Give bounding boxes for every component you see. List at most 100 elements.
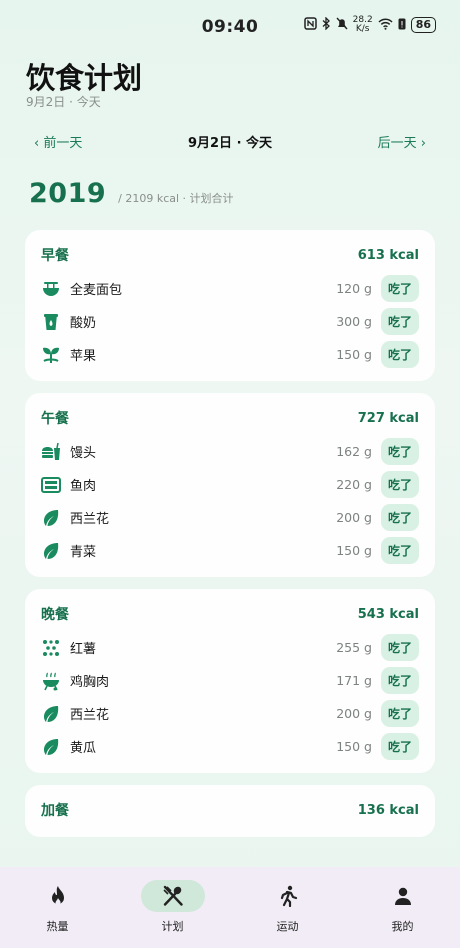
- total-kcal-label: / 2109 kcal · 计划合计: [118, 192, 234, 205]
- sprout-icon: [41, 345, 61, 365]
- food-weight: 150 g: [336, 739, 372, 754]
- net-speed-unit: K/s: [355, 24, 370, 34]
- bento-icon: [41, 475, 61, 495]
- ate-button[interactable]: 吃了: [381, 471, 419, 498]
- bluetooth-icon: [322, 16, 331, 33]
- ate-button[interactable]: 吃了: [381, 667, 419, 694]
- food-weight: 255 g: [336, 640, 372, 655]
- meal-card: 晚餐 543 kcal 红薯 255 g 吃了 鸡胸肉 171 g 吃了 西兰花 200 g 吃了黄…: [25, 589, 435, 773]
- ate-button[interactable]: 吃了: [381, 537, 419, 564]
- leaf-icon: [41, 541, 61, 561]
- food-weight: 220 g: [336, 477, 372, 492]
- food-weight: 150 g: [336, 347, 372, 362]
- food-item: 青菜 150 g 吃了: [41, 534, 419, 567]
- ate-button[interactable]: 吃了: [381, 341, 419, 368]
- food-name: 黄瓜: [70, 741, 97, 756]
- meal-name: 午餐: [41, 411, 69, 427]
- food-weight: 200 g: [336, 706, 372, 721]
- yogurt-cup-icon: [41, 312, 61, 332]
- food-item: 酸奶 300 g 吃了: [41, 305, 419, 338]
- food-name: 酸奶: [70, 316, 97, 331]
- battery-level: 86: [410, 17, 436, 33]
- nfc-icon: [303, 17, 317, 33]
- meal-header: 晚餐 543 kcal: [41, 603, 419, 625]
- food-name: 馒头: [70, 446, 97, 461]
- nav-label: 我的: [391, 920, 414, 933]
- meal-card: 早餐 613 kcal 全麦面包 120 g 吃了 酸奶 300 g 吃了 苹果 150 g 吃了: [25, 230, 435, 381]
- food-item: 西兰花 200 g 吃了: [41, 501, 419, 534]
- leaf-icon: [41, 704, 61, 724]
- total-kcal-value: 2019: [29, 178, 107, 209]
- nav-tab[interactable]: 计划: [115, 867, 230, 948]
- food-name: 青菜: [70, 545, 97, 560]
- meal-name: 加餐: [41, 803, 69, 819]
- mute-bell-icon: [336, 17, 348, 33]
- meal-name: 晚餐: [41, 607, 69, 623]
- meal-name: 早餐: [41, 248, 69, 264]
- ate-button[interactable]: 吃了: [381, 504, 419, 531]
- page-subtitle: 9月2日 · 今天: [26, 95, 101, 109]
- food-name: 红薯: [70, 642, 97, 657]
- food-weight: 171 g: [336, 673, 372, 688]
- page-title: 饮食计划: [26, 61, 143, 95]
- food-name: 鸡胸肉: [70, 675, 110, 690]
- status-time: 09:40: [201, 17, 259, 37]
- nav-label: 运动: [276, 920, 299, 933]
- ate-button[interactable]: 吃了: [381, 733, 419, 760]
- net-speed: 28.2 K/s: [353, 16, 373, 34]
- meal-card: 加餐 136 kcal: [25, 785, 435, 837]
- food-item: 苹果 150 g 吃了: [41, 338, 419, 371]
- ate-button[interactable]: 吃了: [381, 700, 419, 727]
- food-name: 西兰花: [70, 708, 110, 723]
- flame-icon: [26, 880, 90, 912]
- calorie-total: 2019 / 2109 kcal · 计划合计: [29, 178, 234, 209]
- meal-kcal: 727 kcal: [357, 410, 419, 426]
- meal-kcal: 543 kcal: [357, 606, 419, 622]
- ate-button[interactable]: 吃了: [381, 308, 419, 335]
- nav-tab[interactable]: 我的: [345, 867, 460, 948]
- status-icons: 28.2 K/s 86: [303, 16, 436, 34]
- food-name: 全麦面包: [70, 283, 123, 298]
- next-day-button[interactable]: 后一天 ›: [378, 132, 426, 151]
- noodle-bowl-icon: [41, 279, 61, 299]
- bottom-nav: 热量 计划 运动 我的: [0, 867, 460, 948]
- nav-label: 热量: [46, 920, 69, 933]
- food-name: 苹果: [70, 349, 97, 364]
- food-item: 鸡胸肉 171 g 吃了: [41, 664, 419, 697]
- leaf-icon: [41, 737, 61, 757]
- nav-tab[interactable]: 热量: [0, 867, 115, 948]
- food-weight: 120 g: [336, 281, 372, 296]
- leaf-icon: [41, 508, 61, 528]
- meal-list: 早餐 613 kcal 全麦面包 120 g 吃了 酸奶 300 g 吃了 苹果 150 g 吃了午…: [25, 230, 435, 849]
- ate-button[interactable]: 吃了: [381, 634, 419, 661]
- date-nav: ‹ 前一天 9月2日 · 今天 后一天 ›: [0, 132, 460, 152]
- meal-kcal: 613 kcal: [357, 247, 419, 263]
- food-item: 黄瓜 150 g 吃了: [41, 730, 419, 763]
- meal-header: 早餐 613 kcal: [41, 244, 419, 266]
- person-icon: [371, 880, 435, 912]
- ate-button[interactable]: 吃了: [381, 275, 419, 302]
- utensils-icon: [140, 880, 205, 912]
- food-weight: 150 g: [336, 543, 372, 558]
- food-item: 西兰花 200 g 吃了: [41, 697, 419, 730]
- grain-icon: [41, 638, 61, 658]
- status-bar: 09:40 28.2 K/s 86: [0, 0, 460, 54]
- ate-button[interactable]: 吃了: [381, 438, 419, 465]
- nav-tab[interactable]: 运动: [230, 867, 345, 948]
- meal-header: 午餐 727 kcal: [41, 407, 419, 429]
- food-name: 鱼肉: [70, 479, 97, 494]
- food-item: 红薯 255 g 吃了: [41, 631, 419, 664]
- meal-header: 加餐 136 kcal: [41, 799, 419, 821]
- food-weight: 200 g: [336, 510, 372, 525]
- food-item: 全麦面包 120 g 吃了: [41, 272, 419, 305]
- food-weight: 162 g: [336, 444, 372, 459]
- battery-alert-icon: [398, 17, 406, 33]
- wifi-icon: [378, 17, 393, 33]
- nav-label: 计划: [161, 920, 184, 933]
- food-weight: 300 g: [336, 314, 372, 329]
- meal-kcal: 136 kcal: [357, 802, 419, 818]
- food-item: 馒头 162 g 吃了: [41, 435, 419, 468]
- running-icon: [256, 880, 320, 912]
- fastfood-icon: [41, 442, 61, 462]
- meal-card: 午餐 727 kcal 馒头 162 g 吃了 鱼肉 220 g 吃了 西兰花 200 g 吃了 青菜…: [25, 393, 435, 577]
